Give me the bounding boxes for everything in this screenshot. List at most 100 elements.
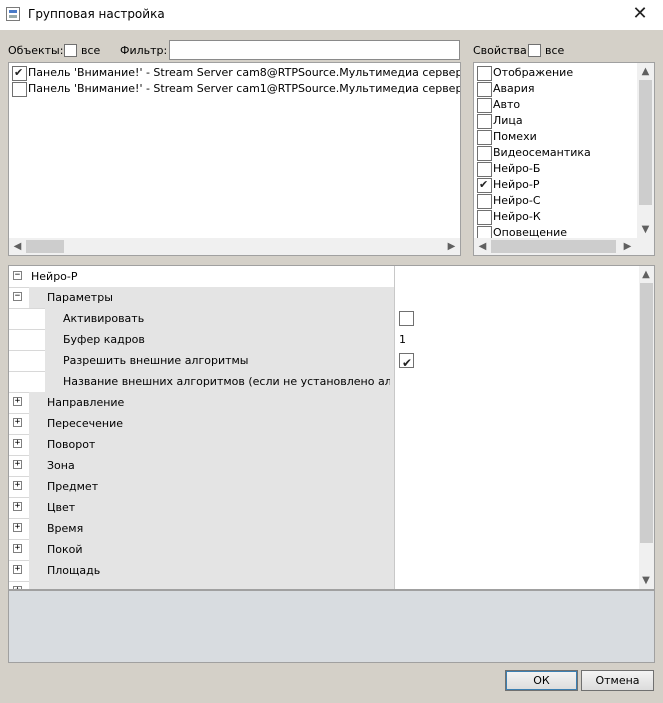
expand-icon[interactable]: + — [13, 418, 22, 427]
grid-row[interactable]: + Время — [9, 518, 639, 540]
grid-row[interactable]: + Зона — [9, 455, 639, 477]
scroll-right-icon[interactable]: ▶ — [443, 238, 460, 255]
grid-row[interactable]: + Площадь — [9, 560, 639, 582]
objects-h-scrollbar[interactable]: ◀ ▶ — [9, 238, 460, 255]
scroll-down-icon[interactable]: ▼ — [637, 221, 654, 238]
grid-row-value[interactable] — [394, 518, 639, 539]
close-button[interactable]: ✕ — [626, 3, 654, 27]
expand-icon[interactable]: + — [13, 565, 22, 574]
objects-all-checkbox[interactable] — [64, 44, 77, 57]
grid-row-value[interactable] — [394, 266, 639, 287]
grid-row-name: Направление — [47, 396, 125, 409]
grid-row[interactable]: − Параметры — [9, 287, 639, 309]
scrollbar-thumb[interactable] — [26, 240, 64, 253]
expand-icon[interactable]: + — [13, 523, 22, 532]
grid-row[interactable]: + Направление — [9, 392, 639, 414]
property-checkbox[interactable] — [477, 146, 492, 161]
grid-row[interactable]: + Цвет — [9, 497, 639, 519]
objects-list[interactable]: Панель 'Внимание!' - Stream Server cam8@… — [8, 62, 461, 256]
object-label: Панель 'Внимание!' - Stream Server cam8@… — [28, 66, 461, 79]
grid-row-value[interactable] — [394, 413, 639, 434]
grid-row-value[interactable] — [394, 497, 639, 518]
grid-row[interactable]: Название внешних алгоритмов (если не уст… — [9, 371, 639, 393]
grid-row-name: Предмет — [47, 480, 99, 493]
property-grid[interactable]: − Нейро-Р − Параметры Активировать Буфер кадр… — [8, 265, 655, 590]
property-label: Отображение — [493, 66, 574, 79]
property-checkbox[interactable] — [477, 177, 492, 193]
scroll-down-icon[interactable]: ▼ — [638, 572, 654, 589]
scroll-left-icon[interactable]: ◀ — [474, 238, 491, 255]
grid-row-value[interactable] — [394, 539, 639, 560]
grid-row-name: Покой — [47, 543, 83, 556]
object-checkbox[interactable] — [12, 65, 27, 81]
grid-row-value[interactable]: 1 — [394, 329, 639, 350]
grid-row-value[interactable] — [394, 308, 639, 329]
property-label: Нейро-Р — [493, 178, 540, 191]
collapse-icon[interactable]: − — [13, 271, 22, 280]
grid-row-name: Время — [47, 522, 84, 535]
scroll-up-icon[interactable]: ▲ — [638, 266, 654, 283]
grid-row-value[interactable] — [394, 560, 639, 581]
grid-row[interactable]: Буфер кадров 1 — [9, 329, 639, 351]
objects-all-label: все — [81, 44, 101, 57]
grid-row[interactable]: + Предмет — [9, 476, 639, 498]
scroll-up-icon[interactable]: ▲ — [637, 63, 654, 80]
expand-icon[interactable]: + — [13, 481, 22, 490]
grid-row-name: Пересечение — [47, 417, 123, 430]
scroll-left-icon[interactable]: ◀ — [9, 238, 26, 255]
properties-list[interactable]: Отображение Авария Авто Лица Помехи Видеосема… — [473, 62, 655, 256]
grid-checkbox[interactable] — [399, 353, 414, 374]
grid-row-name: Активировать — [63, 312, 145, 325]
property-checkbox[interactable] — [477, 66, 492, 81]
property-checkbox[interactable] — [477, 194, 492, 209]
grid-row-value[interactable] — [394, 434, 639, 455]
window-title: Групповая настройка — [28, 7, 165, 21]
scrollbar-thumb[interactable] — [640, 283, 653, 543]
grid-row[interactable]: + — [9, 581, 639, 589]
scrollbar-thumb[interactable] — [639, 80, 652, 205]
grid-row-name: Цвет — [47, 501, 76, 514]
expand-icon[interactable]: + — [13, 397, 22, 406]
grid-row[interactable]: Активировать — [9, 308, 639, 330]
property-checkbox[interactable] — [477, 130, 492, 145]
collapse-icon[interactable]: − — [13, 292, 22, 301]
grid-row[interactable]: + Поворот — [9, 434, 639, 456]
ok-button[interactable]: ОК — [505, 670, 578, 691]
expand-icon[interactable]: + — [13, 439, 22, 448]
property-checkbox[interactable] — [477, 210, 492, 225]
property-checkbox[interactable] — [477, 162, 492, 177]
grid-row-value[interactable] — [394, 476, 639, 497]
object-checkbox[interactable] — [12, 82, 27, 97]
scrollbar-thumb[interactable] — [491, 240, 616, 253]
cancel-button[interactable]: Отмена — [581, 670, 654, 691]
properties-all-label: все — [545, 44, 565, 57]
grid-row-value[interactable] — [394, 581, 639, 589]
grid-checkbox[interactable] — [399, 311, 414, 326]
filter-label: Фильтр: — [120, 44, 168, 57]
properties-all-checkbox[interactable] — [528, 44, 541, 57]
window-settings-icon — [6, 7, 20, 21]
grid-row-value[interactable] — [394, 350, 639, 374]
grid-row[interactable]: + Пересечение — [9, 413, 639, 435]
expand-icon[interactable]: + — [13, 502, 22, 511]
property-label: Нейро-С — [493, 194, 541, 207]
grid-row-value[interactable] — [394, 455, 639, 476]
property-checkbox[interactable] — [477, 82, 492, 97]
scroll-right-icon[interactable]: ▶ — [619, 238, 636, 255]
filter-input[interactable] — [169, 40, 460, 60]
grid-row[interactable]: Разрешить внешние алгоритмы — [9, 350, 639, 374]
grid-row-name: Название внешних алгоритмов (если не уст… — [63, 375, 390, 388]
grid-row-value[interactable] — [394, 392, 639, 413]
expand-icon[interactable]: + — [13, 460, 22, 469]
grid-row-value[interactable] — [394, 371, 639, 392]
grid-row-value[interactable] — [394, 287, 639, 308]
properties-h-scrollbar[interactable]: ◀ ▶ — [474, 238, 654, 255]
grid-row[interactable]: − Нейро-Р — [9, 266, 639, 288]
properties-v-scrollbar[interactable]: ▲ ▼ — [637, 63, 654, 238]
expand-icon[interactable]: + — [13, 544, 22, 553]
grid-row[interactable]: + Покой — [9, 539, 639, 561]
grid-v-scrollbar[interactable]: ▲ ▼ — [639, 266, 654, 589]
property-checkbox[interactable] — [477, 98, 492, 113]
property-checkbox[interactable] — [477, 114, 492, 129]
grid-row-name: Нейро-Р — [31, 270, 78, 283]
